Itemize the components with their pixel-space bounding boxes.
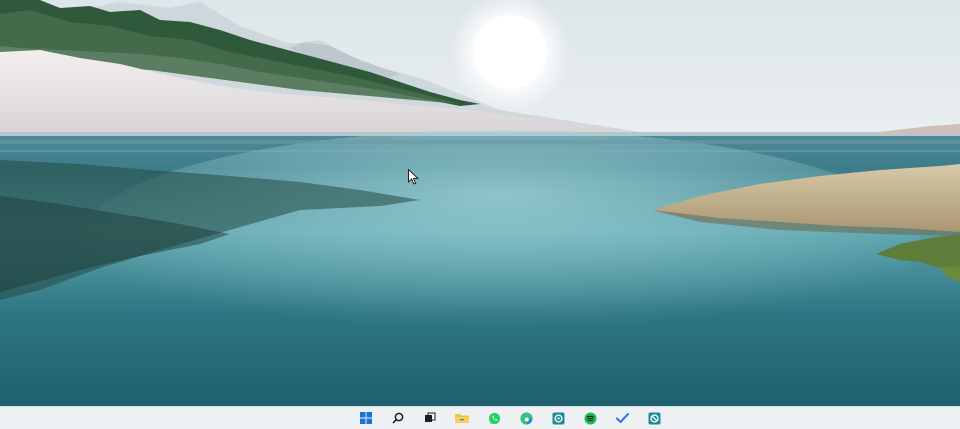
todo-button[interactable] xyxy=(606,407,638,429)
blocked-app-icon xyxy=(648,412,660,424)
spotify-button[interactable] xyxy=(574,407,606,429)
app-button-1[interactable] xyxy=(542,407,574,429)
folder-icon xyxy=(455,414,469,423)
whatsapp-button[interactable] xyxy=(478,407,510,429)
search-icon xyxy=(392,412,404,424)
teal-app-icon xyxy=(552,412,564,424)
desktop[interactable] xyxy=(0,0,960,429)
desktop-wallpaper xyxy=(0,0,960,406)
task-view-button[interactable] xyxy=(414,407,446,429)
spotify-icon xyxy=(584,412,596,424)
checkmark-icon xyxy=(615,412,629,424)
edge-browser-icon xyxy=(519,412,532,425)
edge-button[interactable] xyxy=(510,407,542,429)
search-button[interactable] xyxy=(382,407,414,429)
start-button[interactable] xyxy=(350,407,382,429)
whatsapp-icon xyxy=(488,412,500,424)
taskbar xyxy=(0,406,960,429)
mouse-pointer-icon xyxy=(408,168,420,185)
file-explorer-button[interactable] xyxy=(446,407,478,429)
windows-logo-icon xyxy=(360,412,372,424)
app-button-2[interactable] xyxy=(638,407,670,429)
task-view-icon xyxy=(425,412,436,422)
taskbar-pinned-apps xyxy=(350,407,670,429)
